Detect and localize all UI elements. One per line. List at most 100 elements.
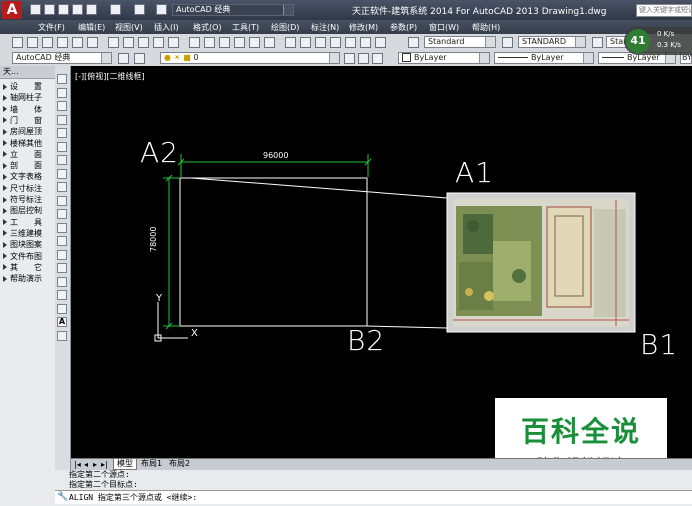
plot-preview-icon[interactable] — [72, 37, 83, 48]
tab-last-icon[interactable]: ▸| — [101, 460, 108, 469]
open-icon[interactable] — [44, 4, 55, 15]
color-select[interactable]: ByLayer — [398, 52, 490, 64]
point-icon[interactable] — [57, 249, 67, 260]
copy-icon[interactable] — [123, 37, 134, 48]
panel-item-10[interactable]: 符号标注 — [3, 195, 42, 205]
zoom-previous-icon[interactable] — [264, 37, 275, 48]
save-icon[interactable] — [58, 4, 69, 15]
table-style-icon[interactable] — [592, 37, 603, 48]
wrench-icon[interactable]: 🔧 — [57, 491, 68, 504]
redo-icon[interactable] — [204, 37, 215, 48]
match-properties-icon[interactable] — [153, 37, 164, 48]
tab-first-icon[interactable]: |◂ — [74, 460, 81, 469]
panel-item-15[interactable]: 文件布图 — [3, 252, 42, 262]
tab-layout1[interactable]: 布局1 — [138, 459, 165, 469]
layer-state-icon[interactable] — [372, 53, 383, 64]
model-space-canvas[interactable]: [-][俯视][二维线框] A2 A1 B2 B1 96000 78000 Y … — [71, 66, 692, 480]
insert-block-icon[interactable] — [57, 222, 67, 233]
text-style-select[interactable]: Standard — [424, 36, 496, 48]
ellipse-icon[interactable] — [57, 195, 67, 206]
menu-item-9[interactable]: 参数(P) — [390, 22, 417, 33]
add-selected-icon[interactable] — [57, 330, 67, 341]
dim-style-icon[interactable] — [502, 37, 513, 48]
menu-item-0[interactable]: 文件(F) — [38, 22, 65, 33]
menu-item-2[interactable]: 视图(V) — [115, 22, 143, 33]
revision-cloud-icon[interactable] — [57, 168, 67, 179]
menu-item-4[interactable]: 格式(O) — [193, 22, 222, 33]
design-center-icon[interactable] — [300, 37, 311, 48]
menu-item-10[interactable]: 窗口(W) — [429, 22, 459, 33]
paste-icon[interactable] — [138, 37, 149, 48]
table-icon[interactable] — [57, 303, 67, 314]
ellipse-arc-icon[interactable] — [57, 209, 67, 219]
panel-item-2[interactable]: 墙 体 — [3, 105, 42, 115]
tab-next-icon[interactable]: ▸ — [93, 460, 97, 469]
new-icon[interactable] — [12, 37, 23, 48]
layer-properties-icon[interactable] — [134, 53, 145, 64]
quick-calc-icon[interactable] — [360, 37, 371, 48]
tab-model[interactable]: 模型 — [113, 459, 137, 470]
menu-item-1[interactable]: 编辑(E) — [78, 22, 105, 33]
block-editor-icon[interactable] — [168, 37, 179, 48]
menu-item-11[interactable]: 帮助(H) — [472, 22, 500, 33]
panel-item-6[interactable]: 立 面 — [3, 150, 42, 160]
cut-icon[interactable] — [108, 37, 119, 48]
markup-icon[interactable] — [345, 37, 356, 48]
rectangle-icon[interactable] — [57, 128, 67, 138]
tool-palettes-icon[interactable] — [315, 37, 326, 48]
save-icon[interactable] — [42, 37, 53, 48]
menu-item-8[interactable]: 修改(M) — [349, 22, 378, 33]
circle-icon[interactable] — [57, 155, 67, 165]
help-icon[interactable] — [375, 37, 386, 48]
line-icon[interactable] — [57, 74, 67, 84]
pan-icon[interactable] — [219, 37, 230, 48]
menu-item-3[interactable]: 插入(I) — [154, 22, 179, 33]
multiline-text-icon[interactable]: A — [57, 317, 67, 327]
publish-icon[interactable] — [87, 37, 98, 48]
linetype-select[interactable]: ByLayer — [494, 52, 594, 64]
properties-icon[interactable] — [285, 37, 296, 48]
panel-item-4[interactable]: 房间屋顶 — [3, 127, 42, 137]
print-icon[interactable] — [57, 37, 68, 48]
panel-item-3[interactable]: 门 窗 — [3, 116, 42, 126]
zoom-realtime-icon[interactable] — [234, 37, 245, 48]
panel-item-7[interactable]: 剖 面 — [3, 161, 42, 171]
panel-item-11[interactable]: 图层控制 — [3, 206, 42, 216]
sheet-set-icon[interactable] — [330, 37, 341, 48]
tab-layout2[interactable]: 布局2 — [166, 459, 193, 469]
print-icon[interactable] — [110, 4, 121, 15]
save-as-icon[interactable] — [72, 4, 83, 15]
menu-item-7[interactable]: 标注(N) — [311, 22, 339, 33]
panel-item-9[interactable]: 尺寸标注 — [3, 184, 42, 194]
panel-item-0[interactable]: 设 置 — [3, 82, 42, 92]
construction-line-icon[interactable] — [57, 87, 67, 98]
hatch-icon[interactable] — [57, 263, 67, 273]
redo-icon[interactable] — [156, 4, 167, 15]
panel-item-5[interactable]: 楼梯其他 — [3, 139, 42, 149]
panel-item-13[interactable]: 三维建模 — [3, 229, 42, 239]
undo-icon[interactable] — [134, 4, 145, 15]
zoom-window-icon[interactable] — [249, 37, 260, 48]
plot-icon[interactable] — [86, 4, 97, 15]
boundary-rectangle[interactable] — [179, 177, 368, 327]
polygon-icon[interactable] — [57, 114, 67, 125]
panel-item-1[interactable]: 轴网柱子 — [3, 93, 42, 103]
text-style-icon[interactable] — [408, 37, 419, 48]
spline-icon[interactable] — [57, 182, 67, 192]
panel-item-17[interactable]: 帮助演示 — [3, 274, 42, 284]
undo-icon[interactable] — [189, 37, 200, 48]
tab-prev-icon[interactable]: ◂ — [84, 460, 88, 469]
panel-item-14[interactable]: 图块图案 — [3, 240, 42, 250]
site-plan-image[interactable] — [446, 192, 636, 333]
menu-item-5[interactable]: 工具(T) — [232, 22, 259, 33]
polyline-icon[interactable] — [57, 101, 67, 111]
panel-item-12[interactable]: 工 具 — [3, 218, 42, 228]
vertical-dimension[interactable] — [163, 174, 179, 330]
new-icon[interactable] — [30, 4, 41, 15]
menu-item-6[interactable]: 绘图(D) — [271, 22, 299, 33]
search-box[interactable]: 键入关键字或短语 — [636, 4, 692, 17]
region-icon[interactable] — [57, 290, 67, 300]
workspace-combo[interactable]: AutoCAD 经典 — [12, 52, 112, 64]
open-icon[interactable] — [27, 37, 38, 48]
panel-item-16[interactable]: 其 它 — [3, 263, 42, 273]
